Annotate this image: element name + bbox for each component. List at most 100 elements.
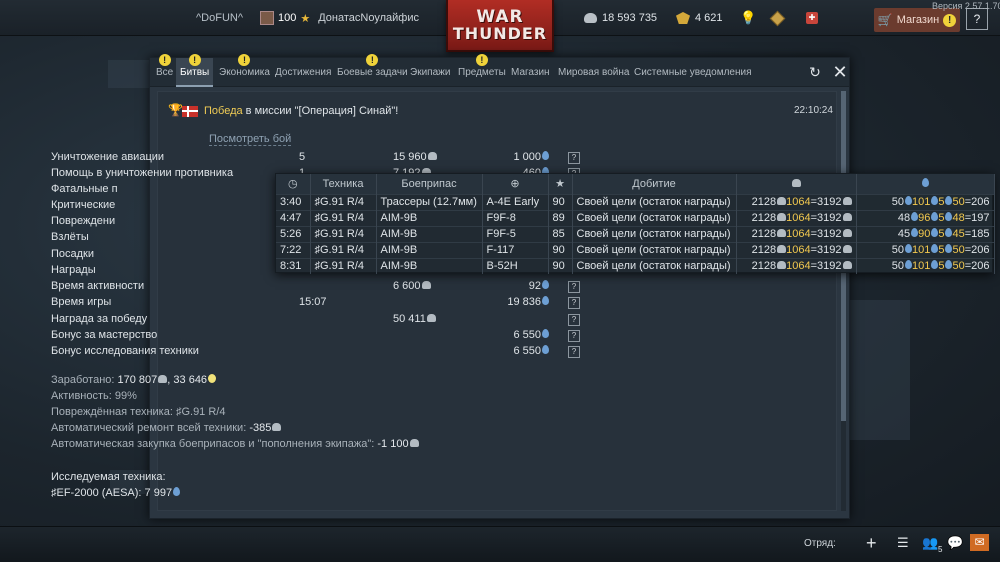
refresh-icon[interactable]: ↻ bbox=[807, 64, 823, 80]
silver-lions-icon bbox=[272, 423, 282, 431]
tab-crews[interactable]: Экипажи bbox=[406, 58, 454, 87]
activity-label: Активность: bbox=[51, 390, 115, 402]
kill-rp: 50 101 5 50=206 bbox=[856, 241, 995, 258]
plus-icon[interactable]: + bbox=[866, 533, 877, 554]
stat-label: Критические bbox=[51, 199, 116, 211]
kill-target: F9F-5 bbox=[482, 225, 549, 242]
kill-target: A-4E Early bbox=[482, 193, 549, 210]
friends-count: 5 bbox=[938, 545, 943, 554]
stats-row: Время игры 15:07 19 836? bbox=[51, 296, 580, 312]
stats-row: Награда за победу 50 411? bbox=[51, 313, 580, 329]
message-header: 🏆 Победа в миссии "[Операция] Синай"! bbox=[168, 104, 828, 120]
info-button[interactable]: ? bbox=[568, 152, 580, 164]
tab-world-war[interactable]: Мировая война bbox=[554, 58, 633, 87]
squad-name[interactable]: ^DoFUN^ bbox=[196, 0, 243, 36]
table-row: 4:47 ♯G.91 R/4 AIM-9B F9F-8 89 Своей цели (ос… bbox=[276, 209, 995, 226]
silver-lions-balance[interactable]: 18 593 735 bbox=[584, 0, 657, 36]
list-icon[interactable]: ☰ bbox=[897, 535, 909, 551]
player-profile[interactable]: 100 ★ ДонатасNоулайфис bbox=[260, 0, 419, 36]
mail-icon[interactable]: ✉ bbox=[970, 534, 989, 551]
warning-icon: ! bbox=[158, 54, 171, 66]
chat-icon[interactable]: 💬 bbox=[947, 535, 963, 551]
kill-bonus: 89 bbox=[548, 209, 573, 226]
tab-items[interactable]: ! Предметы bbox=[454, 54, 510, 87]
trophy-icon: 🏆 bbox=[168, 103, 183, 117]
shop-button[interactable]: 🛒 Магазин ! bbox=[874, 8, 960, 32]
kill-details-table: ◷ Техника Боеприпас ⊕ ★ Добитие 3:40 ♯G.9… bbox=[276, 174, 995, 274]
info-button[interactable]: ? bbox=[568, 330, 580, 342]
kill-type: Своей цели (остаток награды) bbox=[572, 209, 737, 226]
column-header: Боеприпас bbox=[376, 174, 483, 194]
help-button[interactable]: ? bbox=[966, 8, 988, 30]
kill-weapon: AIM-9B bbox=[376, 241, 483, 258]
kill-rp: 48 96 5 48=197 bbox=[856, 209, 995, 226]
golden-eagles-value: 4 621 bbox=[695, 12, 723, 24]
gift-icon[interactable]: ✚ bbox=[806, 0, 818, 36]
kill-bonus: 90 bbox=[548, 193, 573, 210]
resupply-value: -1 100 bbox=[377, 438, 409, 450]
scrollbar[interactable] bbox=[841, 91, 846, 511]
warning-icon: ! bbox=[475, 54, 488, 66]
tab-shop[interactable]: Магазин bbox=[507, 58, 554, 87]
tab-label: Все bbox=[156, 67, 174, 78]
warning-icon: ! bbox=[188, 54, 201, 66]
stat-rp: 92 bbox=[469, 280, 549, 292]
message-time: 22:10:24 bbox=[794, 105, 833, 116]
info-button[interactable]: ? bbox=[568, 297, 580, 309]
repair-value: -385 bbox=[249, 422, 272, 434]
warning-icon: ! bbox=[238, 54, 251, 66]
stat-rp: 1 000 bbox=[469, 151, 549, 163]
tab-all[interactable]: ! Все bbox=[152, 54, 177, 87]
silver-lions-icon bbox=[158, 375, 168, 383]
tab-economy[interactable]: ! Экономика bbox=[215, 54, 274, 87]
kill-time: 8:31 bbox=[276, 257, 311, 274]
kill-rp: 50 101 5 50=206 bbox=[856, 257, 995, 274]
view-battle-link[interactable]: Посмотреть бой bbox=[209, 133, 292, 146]
kill-weapon: Трассеры (12.7мм) bbox=[376, 193, 483, 210]
war-thunder-logo[interactable]: WAR THUNDER bbox=[446, 0, 554, 52]
crosshair-icon: ⊕ bbox=[482, 174, 549, 194]
player-nickname: ДонатасNоулайфис bbox=[318, 12, 419, 24]
kill-vehicle: ♯G.91 R/4 bbox=[310, 241, 377, 258]
rp-icon bbox=[173, 487, 181, 496]
close-icon[interactable]: ✕ bbox=[831, 63, 849, 81]
info-button[interactable]: ? bbox=[568, 314, 580, 326]
stat-label: Помощь в уничтожении противника bbox=[51, 167, 234, 179]
avatar[interactable] bbox=[260, 11, 274, 25]
warning-icon: ! bbox=[366, 54, 379, 66]
info-button[interactable]: ? bbox=[568, 346, 580, 358]
info-button[interactable]: ? bbox=[568, 281, 580, 293]
column-header: Техника bbox=[310, 174, 377, 194]
kill-type: Своей цели (остаток награды) bbox=[572, 257, 737, 274]
tab-label: Мировая война bbox=[558, 67, 630, 78]
kill-lions: 2128 1064=3192 bbox=[736, 209, 857, 226]
silver-lions-value: 18 593 735 bbox=[602, 12, 658, 24]
table-header-row: ◷ Техника Боеприпас ⊕ ★ Добитие bbox=[276, 174, 995, 194]
damaged-line: Повреждённая техника: ♯G.91 R/4 bbox=[51, 406, 225, 418]
tab-achievements[interactable]: Достижения bbox=[271, 58, 335, 87]
golden-eagles-balance[interactable]: 4 621 bbox=[676, 0, 723, 36]
stat-rp: 6 550 bbox=[469, 345, 549, 357]
kill-type: Своей цели (остаток награды) bbox=[572, 193, 737, 210]
tab-system-notifications[interactable]: Системные уведомления bbox=[630, 58, 756, 87]
stat-label: Время активности bbox=[51, 280, 145, 292]
logo-line1: WAR bbox=[476, 6, 524, 27]
tab-label: Магазин bbox=[511, 67, 550, 78]
tab-label: Боевые задачи bbox=[337, 67, 408, 78]
golden-eagles-icon bbox=[676, 12, 690, 24]
premium-icon[interactable] bbox=[769, 0, 786, 36]
activity-line: Активность: 99% bbox=[51, 390, 137, 402]
background-panel bbox=[850, 300, 910, 440]
cart-icon: 🛒 bbox=[877, 13, 893, 27]
friends-icon[interactable]: 👥 bbox=[922, 535, 938, 551]
tab-battles[interactable]: ! Битвы bbox=[176, 54, 214, 87]
tab-label: Системные уведомления bbox=[634, 67, 752, 78]
tab-label: Экономика bbox=[219, 67, 270, 78]
tab-battle-tasks[interactable]: ! Боевые задачи bbox=[333, 54, 412, 87]
stat-rp: 6 550 bbox=[469, 329, 549, 341]
kill-target: F-117 bbox=[482, 241, 549, 258]
stat-label: Взлёты bbox=[51, 231, 89, 243]
table-row: 7:22 ♯G.91 R/4 AIM-9B F-117 90 Своей цели (ос… bbox=[276, 241, 995, 258]
lightbulb-icon[interactable]: 💡 bbox=[740, 0, 756, 36]
earned-label: Заработано: bbox=[51, 374, 118, 386]
